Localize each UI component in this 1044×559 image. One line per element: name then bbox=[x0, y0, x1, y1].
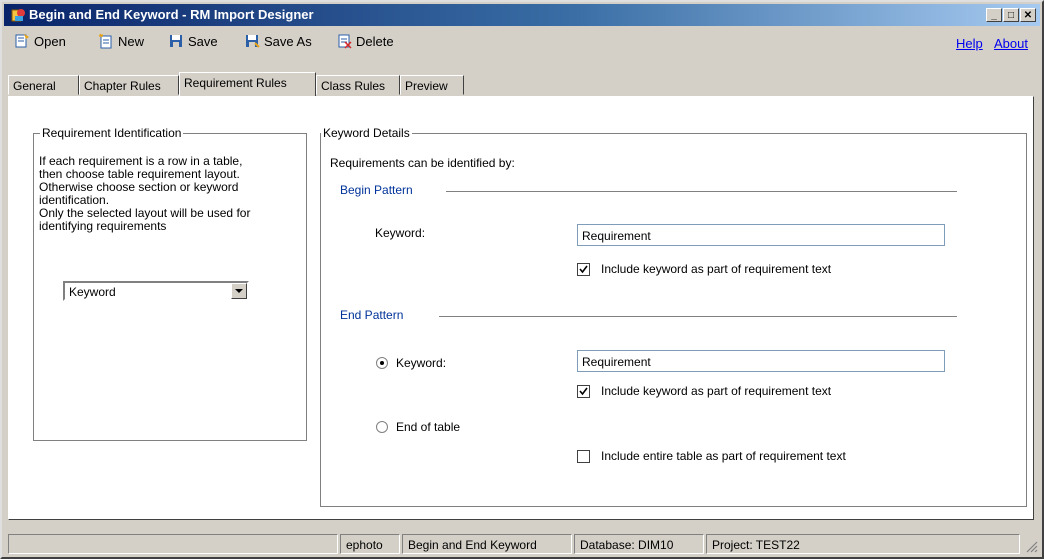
begin-include-keyword-label: Include keyword as part of requirement t… bbox=[601, 262, 832, 276]
new-label: New bbox=[118, 33, 145, 49]
tab-preview[interactable]: Preview bbox=[400, 75, 464, 95]
end-of-table-radio[interactable] bbox=[376, 421, 388, 433]
description-line: identifying requirements bbox=[39, 219, 167, 233]
toolbar: Open New Save Save As Delete Help About bbox=[4, 29, 1040, 53]
end-include-keyword-checkbox[interactable] bbox=[577, 385, 590, 398]
description-line: If each requirement is a row in a table, bbox=[39, 154, 243, 168]
layout-select[interactable]: Keyword bbox=[63, 281, 249, 301]
open-icon bbox=[15, 34, 29, 48]
new-button[interactable]: New bbox=[98, 32, 144, 50]
include-entire-table-label: Include entire table as part of requirem… bbox=[601, 449, 846, 463]
tab-chapter-rules[interactable]: Chapter Rules bbox=[79, 75, 179, 95]
requirement-identification-group: Requirement Identification If each requi… bbox=[33, 126, 307, 441]
window-title: Begin and End Keyword - RM Import Design… bbox=[29, 7, 314, 22]
about-link[interactable]: About bbox=[994, 36, 1028, 51]
keyword-details-title: Keyword Details bbox=[321, 126, 412, 140]
description-line: then choose table requirement layout. bbox=[39, 167, 240, 181]
end-pattern-heading: End Pattern bbox=[340, 308, 404, 322]
checkmark-icon bbox=[579, 265, 588, 274]
help-link[interactable]: Help bbox=[956, 36, 983, 51]
end-keyword-input[interactable]: Requirement bbox=[577, 350, 945, 372]
status-user: ephoto bbox=[340, 534, 400, 554]
include-entire-table-checkbox[interactable] bbox=[577, 450, 590, 463]
divider bbox=[446, 191, 957, 192]
save-icon bbox=[170, 35, 182, 47]
radio-dot bbox=[380, 361, 384, 365]
end-keyword-value: Requirement bbox=[582, 355, 651, 369]
keyword-details-group: Keyword Details Requirements can be iden… bbox=[320, 126, 1027, 507]
delete-label: Delete bbox=[356, 33, 394, 49]
divider bbox=[439, 316, 957, 317]
tab-requirement-rules[interactable]: Requirement Rules bbox=[179, 72, 316, 96]
dropdown-button[interactable] bbox=[231, 283, 247, 299]
save-as-button[interactable]: Save As bbox=[244, 32, 312, 50]
tab-class-rules[interactable]: Class Rules bbox=[316, 75, 400, 95]
open-label: Open bbox=[34, 33, 66, 49]
end-include-keyword-label: Include keyword as part of requirement t… bbox=[601, 384, 832, 398]
status-bar: ephoto Begin and End Keyword Database: D… bbox=[4, 533, 1040, 555]
status-panel-empty bbox=[8, 534, 338, 554]
status-database: Database: DIM10 bbox=[574, 534, 704, 554]
delete-button[interactable]: Delete bbox=[336, 32, 394, 50]
requirement-identification-title: Requirement Identification bbox=[40, 126, 184, 140]
requirement-rules-panel: Requirement Identification If each requi… bbox=[8, 96, 1034, 520]
checkmark-icon bbox=[579, 387, 588, 396]
maximize-button[interactable]: □ bbox=[1003, 8, 1019, 22]
minimize-button[interactable]: _ bbox=[986, 8, 1002, 22]
tab-general[interactable]: General bbox=[8, 75, 79, 95]
save-as-label: Save As bbox=[264, 33, 312, 49]
end-keyword-label: Keyword: bbox=[396, 356, 447, 370]
save-button[interactable]: Save bbox=[168, 32, 218, 50]
layout-select-value: Keyword bbox=[69, 285, 116, 299]
new-icon bbox=[98, 33, 112, 49]
status-rule: Begin and End Keyword bbox=[402, 534, 572, 554]
description-line: Only the selected layout will be used fo… bbox=[39, 206, 251, 220]
description-line: Otherwise choose section or keyword bbox=[39, 180, 239, 194]
close-button[interactable]: ✕ bbox=[1020, 8, 1036, 22]
save-as-icon bbox=[246, 35, 260, 48]
end-keyword-radio[interactable] bbox=[376, 357, 388, 369]
begin-keyword-input[interactable]: Requirement bbox=[577, 224, 945, 246]
main-window: Begin and End Keyword - RM Import Design… bbox=[0, 0, 1044, 559]
delete-icon bbox=[338, 34, 352, 49]
end-of-table-label: End of table bbox=[396, 420, 461, 434]
open-button[interactable]: Open bbox=[14, 32, 66, 50]
begin-keyword-value: Requirement bbox=[582, 229, 651, 243]
chevron-down-icon bbox=[235, 289, 243, 293]
resize-grip-icon[interactable] bbox=[1024, 539, 1038, 553]
app-icon bbox=[11, 9, 25, 22]
begin-include-keyword-checkbox[interactable] bbox=[577, 263, 590, 276]
status-project: Project: TEST22 bbox=[706, 534, 1020, 554]
intro-text: Requirements can be identified by: bbox=[330, 156, 515, 170]
description-line: identification. bbox=[39, 193, 110, 207]
title-bar[interactable]: Begin and End Keyword - RM Import Design… bbox=[4, 4, 1040, 26]
begin-keyword-label: Keyword: bbox=[375, 226, 426, 240]
save-label: Save bbox=[188, 33, 218, 49]
begin-pattern-heading: Begin Pattern bbox=[340, 183, 413, 197]
